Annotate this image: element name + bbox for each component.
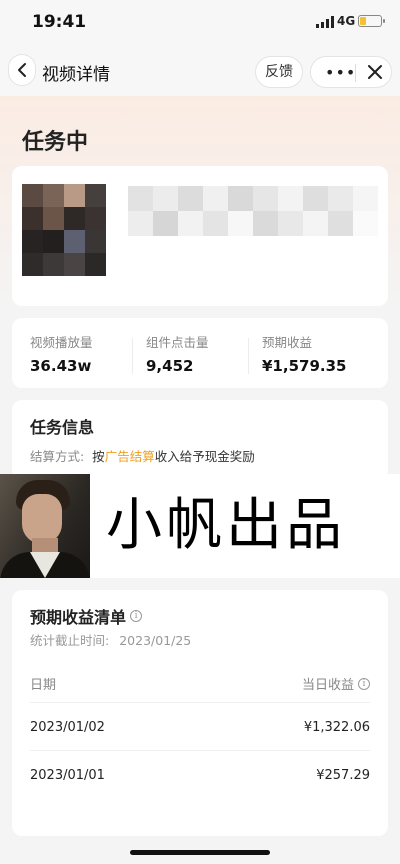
- settlement-method: 结算方式: 按广告结算收入给予现金奖励: [30, 446, 255, 465]
- settlement-highlight: 广告结算: [104, 449, 155, 464]
- stat-value: 9,452: [146, 357, 194, 375]
- row-amount: ¥257.29: [316, 768, 370, 783]
- stat-label: 组件点击量: [146, 335, 209, 350]
- row-divider: [30, 750, 370, 751]
- task-status-title: 任务中: [22, 130, 89, 155]
- network-label: 4G: [337, 14, 356, 28]
- earnings-list-card: 预期收益清单 i 统计截止时间: 2023/01/25 日期 当日收益 i 202…: [12, 590, 388, 836]
- stat-cutoff-label: 统计截止时间:: [30, 633, 110, 648]
- stat-cutoff: 统计截止时间: 2023/01/25: [30, 630, 191, 649]
- stats-card: 视频播放量 36.43w 组件点击量 9,452 预期收益 ¥1,579.35: [12, 318, 388, 388]
- stat-play-count: 视频播放量 36.43w: [30, 332, 93, 375]
- stat-divider: [132, 338, 133, 374]
- column-header-amount-text: 当日收益: [301, 678, 354, 693]
- row-amount: ¥1,322.06: [303, 720, 370, 735]
- settlement-suffix: 收入给予现金奖励: [154, 449, 255, 464]
- close-icon: [368, 65, 382, 79]
- row-divider: [30, 702, 370, 703]
- battery-icon: [358, 15, 385, 27]
- column-header-date: 日期: [30, 678, 57, 693]
- video-title-pixelated: [128, 186, 378, 236]
- earnings-title-text: 预期收益清单: [30, 608, 127, 627]
- close-button[interactable]: [365, 62, 385, 86]
- more-button[interactable]: •••: [325, 63, 356, 82]
- earnings-title: 预期收益清单 i: [30, 604, 143, 628]
- nav-bar: 视频详情 反馈 •••: [0, 44, 400, 96]
- watermark-text: 小帆出品: [106, 493, 346, 558]
- column-header-amount: 当日收益 i: [302, 674, 370, 693]
- stat-expected-earnings: 预期收益 ¥1,579.35: [262, 332, 346, 375]
- feedback-button[interactable]: 反馈: [255, 56, 303, 88]
- capsule-divider: [355, 64, 356, 82]
- status-bar: 19:41 4G: [0, 0, 400, 44]
- info-icon[interactable]: i: [358, 677, 370, 690]
- settlement-prefix: 按: [92, 449, 105, 464]
- stat-label: 视频播放量: [30, 335, 93, 350]
- stat-divider: [248, 338, 249, 374]
- status-time: 19:41: [32, 12, 87, 32]
- stat-value: 36.43w: [30, 357, 92, 375]
- row-date: 2023/01/01: [30, 768, 105, 783]
- task-info-title: 任务信息: [30, 418, 95, 437]
- watermark-banner: 小帆出品: [0, 474, 400, 578]
- stat-click-count: 组件点击量 9,452: [146, 332, 209, 375]
- settlement-key: 结算方式:: [30, 449, 85, 464]
- back-button[interactable]: [8, 54, 36, 86]
- stat-label: 预期收益: [262, 335, 313, 350]
- page-title: 视频详情: [42, 65, 110, 85]
- mini-program-capsule: •••: [310, 56, 392, 88]
- chevron-left-icon: [18, 63, 26, 77]
- stat-cutoff-date: 2023/01/25: [119, 633, 192, 648]
- task-info-card: 任务信息 结算方式: 按广告结算收入给予现金奖励: [12, 400, 388, 480]
- home-indicator: [130, 850, 270, 855]
- portrait-photo: [0, 474, 90, 578]
- stat-value: ¥1,579.35: [262, 357, 347, 375]
- video-card[interactable]: [12, 166, 388, 306]
- row-date: 2023/01/02: [30, 720, 105, 735]
- video-thumbnail-pixelated: [22, 184, 106, 276]
- info-icon[interactable]: i: [130, 610, 143, 622]
- signal-icon: [316, 16, 334, 28]
